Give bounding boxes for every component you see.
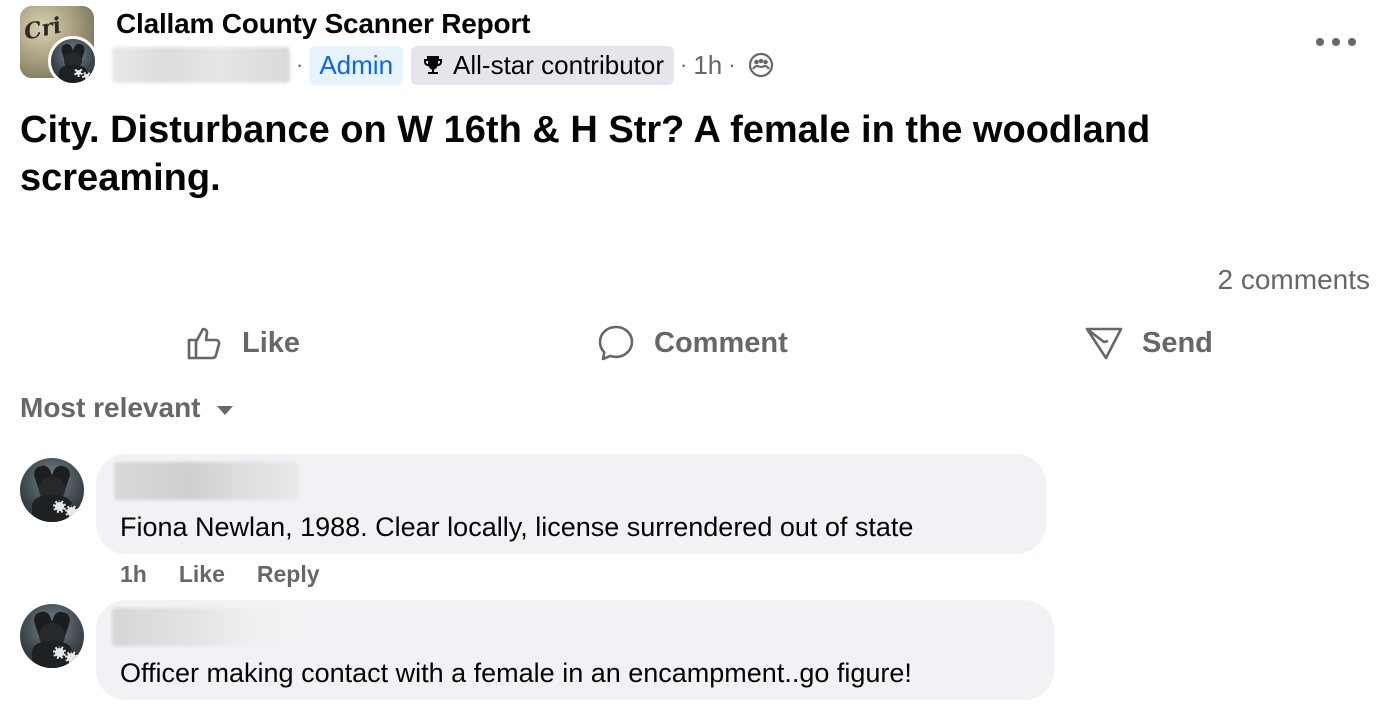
speech-bubble-icon <box>598 325 634 361</box>
comment-like-button[interactable]: Like <box>179 561 225 588</box>
more-options-icon <box>1316 38 1324 46</box>
more-options-button[interactable] <box>1316 30 1356 54</box>
comment-sort-dropdown[interactable]: Most relevant <box>20 392 233 424</box>
separator-dot: · <box>296 52 304 77</box>
comment-bubble: Officer making contact with a female in … <box>96 600 1054 700</box>
comment-time-link[interactable]: 1h <box>120 561 147 588</box>
comment-bubble: Fiona Newlan, 1988. Clear locally, licen… <box>96 454 1046 554</box>
group-name-link[interactable]: Clallam County Scanner Report <box>116 8 530 40</box>
author-avatar[interactable] <box>48 36 98 86</box>
author-name-redacted[interactable] <box>112 47 290 83</box>
post-text: City. Disturbance on W 16th & H Str? A f… <box>20 109 1151 199</box>
send-button[interactable]: Send <box>1084 318 1213 368</box>
send-icon <box>1085 327 1123 360</box>
allstar-badge[interactable]: All-star contributor <box>411 45 674 85</box>
author-avatar-image <box>51 39 95 83</box>
group-members-icon[interactable] <box>748 52 774 78</box>
send-label: Send <box>1142 326 1213 359</box>
comments-count-link[interactable]: 2 comments <box>1218 264 1371 296</box>
separator-dot: · <box>680 52 688 77</box>
comment-text: Officer making contact with a female in … <box>120 658 912 688</box>
trophy-icon <box>424 56 443 74</box>
like-button[interactable]: Like <box>184 318 300 368</box>
comment-actions: 1h Like Reply <box>120 561 352 588</box>
like-label: Like <box>242 326 301 359</box>
commenter-avatar[interactable] <box>20 458 84 522</box>
sort-label: Most relevant <box>20 392 201 423</box>
comment-button[interactable]: Comment <box>596 318 788 368</box>
comment-reply-button[interactable]: Reply <box>257 561 320 588</box>
commenter-name-redacted[interactable] <box>112 608 302 646</box>
allstar-badge-label: All-star contributor <box>453 49 664 80</box>
commenter-avatar[interactable] <box>20 604 84 668</box>
caret-down-icon <box>216 405 233 415</box>
commenter-avatar-image <box>20 458 84 522</box>
thumbs-up-icon <box>187 327 221 360</box>
comment-label: Comment <box>654 326 788 359</box>
post-meta: · Admin All-star contributor · 1h · <box>112 44 774 86</box>
comment-text: Fiona Newlan, 1988. Clear locally, licen… <box>120 512 914 542</box>
admin-badge[interactable]: Admin <box>309 45 404 85</box>
separator-dot: · <box>728 52 736 77</box>
commenter-name-redacted[interactable] <box>114 462 298 500</box>
commenter-avatar-image <box>20 604 84 668</box>
post-time-link[interactable]: 1h <box>693 50 722 81</box>
